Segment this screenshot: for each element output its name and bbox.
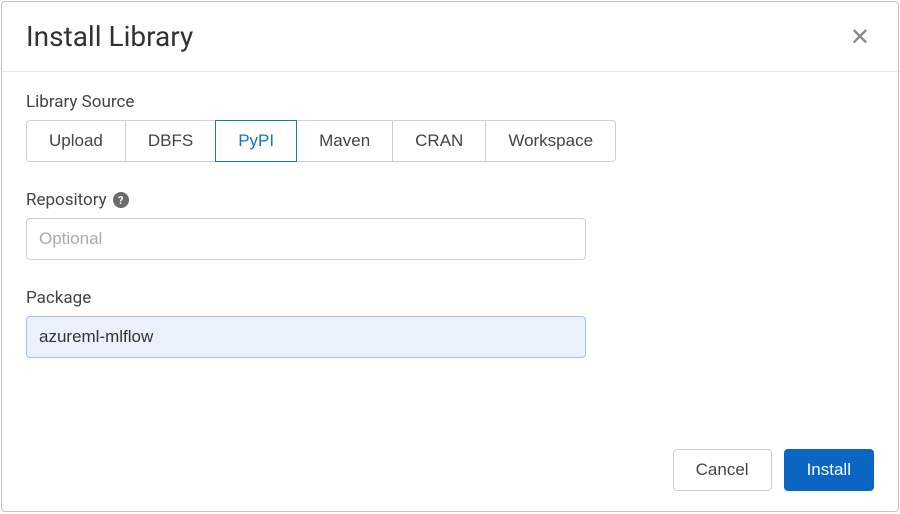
install-button[interactable]: Install [784,449,874,491]
source-option-cran[interactable]: CRAN [392,120,486,162]
library-source-group: Upload DBFS PyPI Maven CRAN Workspace [26,120,874,162]
dialog-title: Install Library [26,20,193,53]
dialog-header: Install Library ✕ [2,2,898,72]
source-option-maven[interactable]: Maven [296,120,393,162]
close-icon[interactable]: ✕ [846,21,874,53]
repository-label-text: Repository [26,190,107,210]
repository-input[interactable] [26,218,586,260]
source-option-pypi[interactable]: PyPI [215,120,297,162]
package-label: Package [26,288,874,308]
source-option-dbfs[interactable]: DBFS [125,120,216,162]
dialog-body: Library Source Upload DBFS PyPI Maven CR… [2,72,898,433]
install-library-dialog: Install Library ✕ Library Source Upload … [1,1,899,512]
source-option-upload[interactable]: Upload [26,120,126,162]
help-icon[interactable]: ? [113,192,129,208]
package-input[interactable] [26,316,586,358]
library-source-label: Library Source [26,92,874,112]
cancel-button[interactable]: Cancel [673,449,772,491]
dialog-footer: Cancel Install [2,433,898,511]
repository-label: Repository ? [26,190,874,210]
source-option-workspace[interactable]: Workspace [485,120,616,162]
